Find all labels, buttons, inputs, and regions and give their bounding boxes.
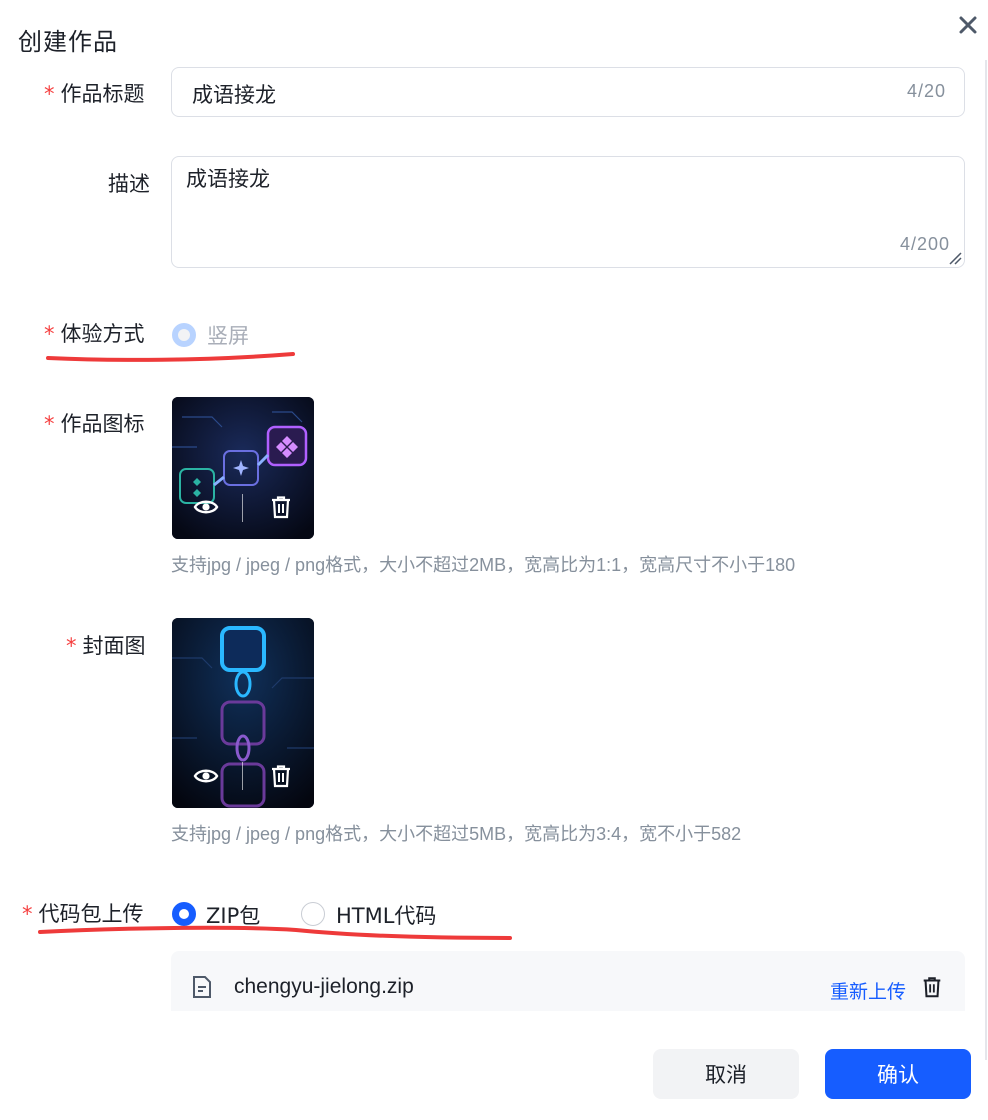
cancel-button[interactable]: 取消 [653,1049,799,1099]
preview-cover-button[interactable] [193,763,219,789]
preview-icon-button[interactable] [193,494,219,520]
title-input[interactable]: 成语接龙 4/20 [171,67,965,117]
trash-icon [923,977,941,998]
resize-grip-icon[interactable] [948,251,962,265]
delete-icon-button[interactable] [268,494,294,520]
title-input-value: 成语接龙 [192,83,276,107]
title-field-label: * 作品标题 [44,82,145,106]
file-name: chengyu-jielong.zip [234,975,414,998]
annotation-underline [46,352,295,362]
icon-field-label: * 作品图标 [44,412,145,436]
title-char-count: 4/20 [906,81,946,101]
close-icon[interactable] [955,12,981,38]
annotation-underline [38,925,512,940]
portrait-radio[interactable] [172,323,196,347]
delete-file-button[interactable] [920,975,944,999]
cover-image-thumbnail[interactable] [172,618,314,808]
file-icon [193,976,211,998]
eye-icon [193,500,219,514]
uploaded-file-row: chengyu-jielong.zip 重新上传 [171,951,965,1011]
scrollbar-track[interactable] [985,60,987,1060]
dialog-title: 创建作品 [18,28,118,56]
description-char-count: 4/200 [899,234,950,254]
cover-hint: 支持jpg / jpeg / png格式，大小不超过5MB，宽高比为3:4，宽不… [171,824,742,844]
experience-field-label: * 体验方式 [44,322,145,346]
delete-cover-button[interactable] [268,763,294,789]
required-mark: * [44,82,55,106]
trash-icon [272,765,290,788]
description-value: 成语接龙 [186,167,270,191]
confirm-button[interactable]: 确认 [825,1049,971,1099]
description-textarea[interactable]: 成语接龙 4/200 [171,156,965,268]
work-icon-thumbnail[interactable] [172,397,314,539]
reupload-link[interactable]: 重新上传 [830,977,906,1004]
trash-icon [272,496,290,519]
cover-field-label: * 封面图 [66,634,146,658]
description-field-label: 描述 [108,172,150,196]
eye-icon [193,769,219,783]
portrait-radio-label: 竖屏 [207,324,249,348]
icon-hint: 支持jpg / jpeg / png格式，大小不超过2MB，宽高比为1:1，宽高… [171,555,796,575]
